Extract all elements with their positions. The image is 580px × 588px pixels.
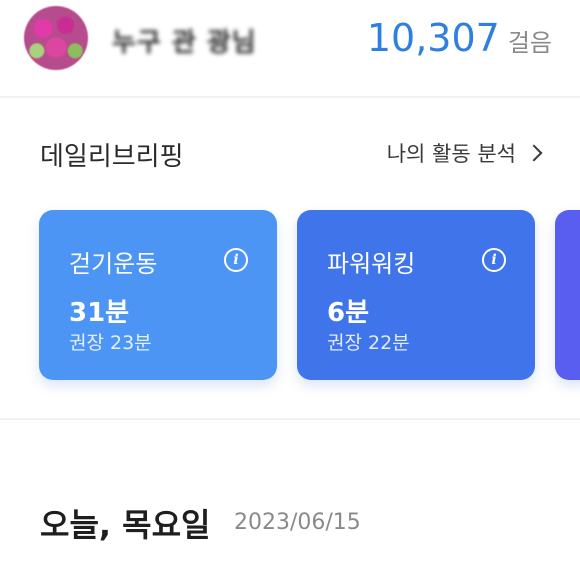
chevron-right-icon <box>525 144 543 162</box>
card-recommended: 권장 23분 <box>69 332 152 354</box>
info-icon[interactable]: i <box>482 248 506 272</box>
divider <box>0 96 580 98</box>
walking-exercise-card[interactable]: 걷기운동 i 31분 권장 23분 <box>39 210 277 380</box>
card-title: 걷기운동 <box>69 250 158 278</box>
divider <box>0 418 580 420</box>
next-card-peek[interactable] <box>555 210 580 380</box>
card-value: 6분 <box>327 298 370 328</box>
my-activity-analysis-label: 나의 활동 분석 <box>386 142 516 166</box>
my-activity-analysis-link[interactable]: 나의 활동 분석 <box>387 138 546 168</box>
username: 누구 관 광님 <box>112 28 257 58</box>
info-icon[interactable]: i <box>224 248 248 272</box>
profile-header: 누구 관 광님 10,307 걸음 <box>0 0 580 96</box>
today-date: 2023/06/15 <box>234 510 361 535</box>
card-recommended: 권장 22분 <box>327 332 410 354</box>
today-weekday: 오늘, 목요일 <box>40 506 211 544</box>
step-count-unit: 걸음 <box>507 29 552 57</box>
card-title: 파워워킹 <box>327 250 416 278</box>
power-walking-card[interactable]: 파워워킹 i 6분 권장 22분 <box>297 210 535 380</box>
avatar[interactable] <box>24 6 88 70</box>
step-count[interactable]: 10,307 걸음 <box>367 16 552 60</box>
section-title-daily-briefing: 데일리브리핑 <box>40 142 184 172</box>
step-count-value: 10,307 <box>366 16 500 60</box>
card-value: 31분 <box>69 298 130 328</box>
